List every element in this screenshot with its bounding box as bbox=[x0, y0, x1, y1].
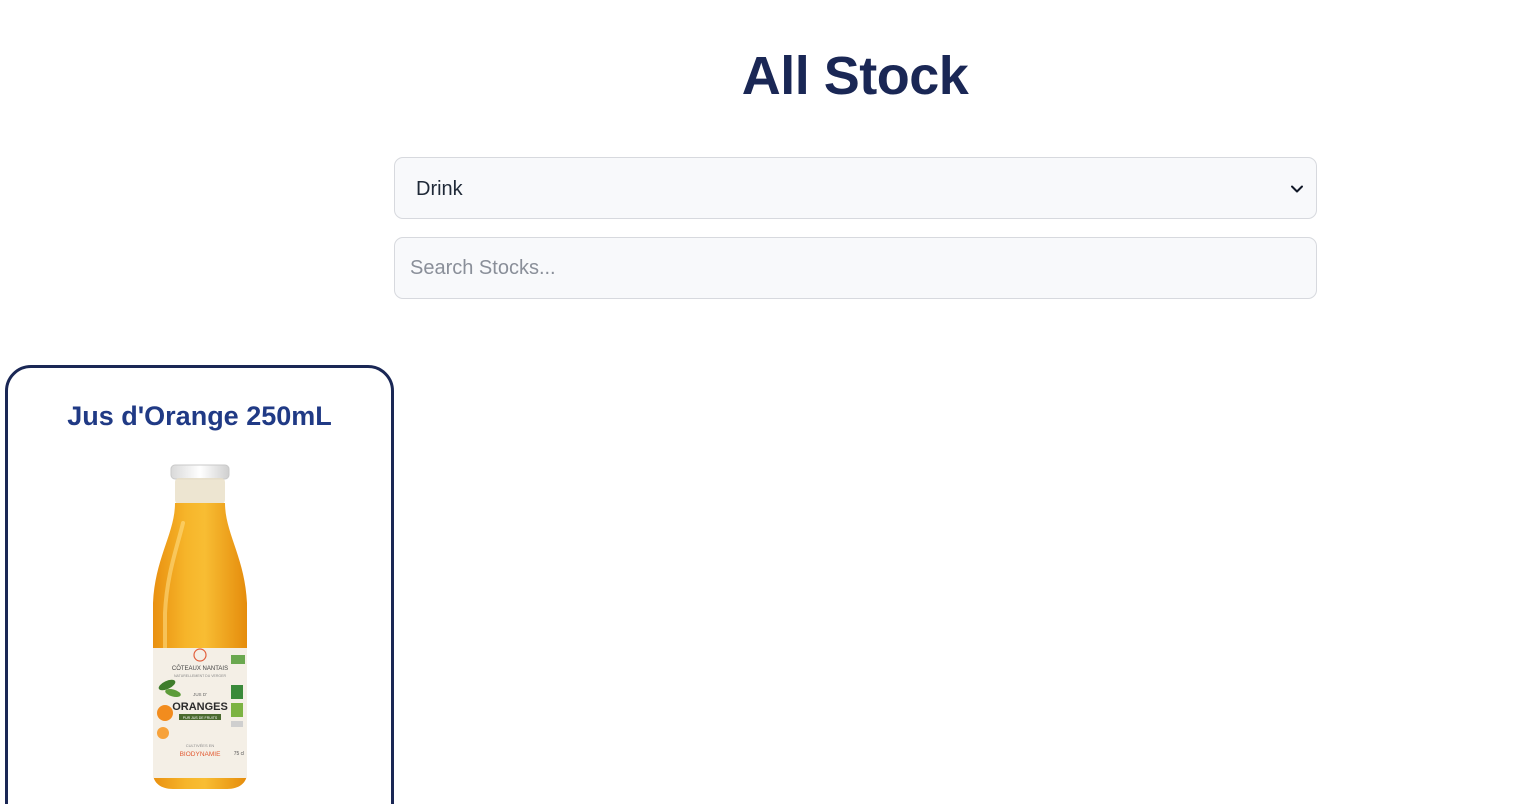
search-field[interactable] bbox=[394, 237, 1317, 299]
product-card[interactable]: Jus d'Orange 250mL CÔTEAUX NANTAIS NATUR… bbox=[5, 365, 394, 804]
label-main: ORANGES bbox=[172, 701, 228, 713]
product-image: CÔTEAUX NANTAIS NATURELLEMENT DU VERGER … bbox=[153, 464, 247, 789]
label-footer-small: CULTIVÉES EN bbox=[186, 743, 215, 748]
label-brand: CÔTEAUX NANTAIS bbox=[172, 665, 228, 672]
category-select[interactable]: Drink bbox=[394, 157, 1317, 219]
label-small: JUS D' bbox=[193, 692, 207, 697]
stock-page: All Stock Drink Jus d'Orange 250mL bbox=[0, 0, 1517, 804]
category-select-value: Drink bbox=[416, 178, 463, 200]
label-footer: BIODYNAMIE bbox=[180, 751, 221, 758]
label-volume: 75 cl bbox=[234, 751, 245, 757]
search-input[interactable] bbox=[395, 238, 1316, 298]
page-title: All Stock bbox=[741, 46, 969, 106]
product-name: Jus d'Orange 250mL bbox=[67, 401, 332, 431]
label-sub: PUR JUS DE FRUITS bbox=[183, 716, 218, 720]
label-tagline: NATURELLEMENT DU VERGER bbox=[174, 674, 226, 678]
chevron-down-icon bbox=[1291, 185, 1303, 193]
